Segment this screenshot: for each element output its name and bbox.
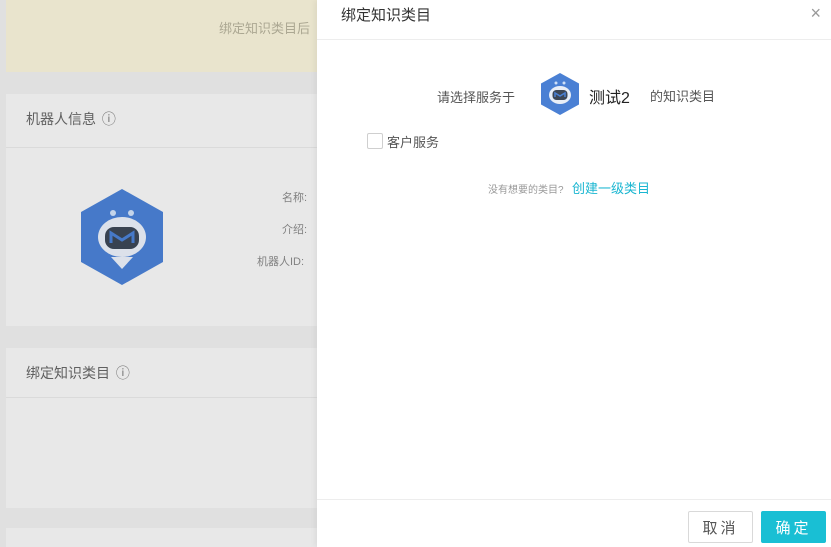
create-category-link[interactable]: 创建一级类目 <box>572 181 650 196</box>
bot-name: 测试2 <box>589 90 630 107</box>
bot-avatar-icon <box>541 73 579 115</box>
close-icon[interactable]: × <box>810 2 821 24</box>
hint-text: 没有想要的类目? <box>488 185 564 196</box>
confirm-button[interactable]: 确定 <box>761 511 826 543</box>
drawer-footer: 取消 确定 <box>317 499 831 547</box>
select-prefix-text: 请选择服务于 <box>437 90 516 105</box>
service-selection-row: 请选择服务于 测试2 的知识类目 <box>317 72 831 116</box>
category-option-label: 客户服务 <box>387 134 440 150</box>
drawer-header: 绑定知识类目 × <box>317 0 831 40</box>
select-suffix-text: 的知识类目 <box>650 89 716 104</box>
bind-category-drawer: 绑定知识类目 × 请选择服务于 测试2 的知识类目 客户服务 没有想要的类目? … <box>317 0 831 547</box>
cancel-button[interactable]: 取消 <box>688 511 753 543</box>
category-checkbox[interactable] <box>367 133 383 149</box>
create-category-hint: 没有想要的类目? 创建一级类目 <box>488 178 650 198</box>
category-option-customer-service[interactable]: 客户服务 <box>367 132 439 150</box>
overlay-mask[interactable] <box>0 0 317 547</box>
drawer-title: 绑定知识类目 <box>341 7 432 24</box>
